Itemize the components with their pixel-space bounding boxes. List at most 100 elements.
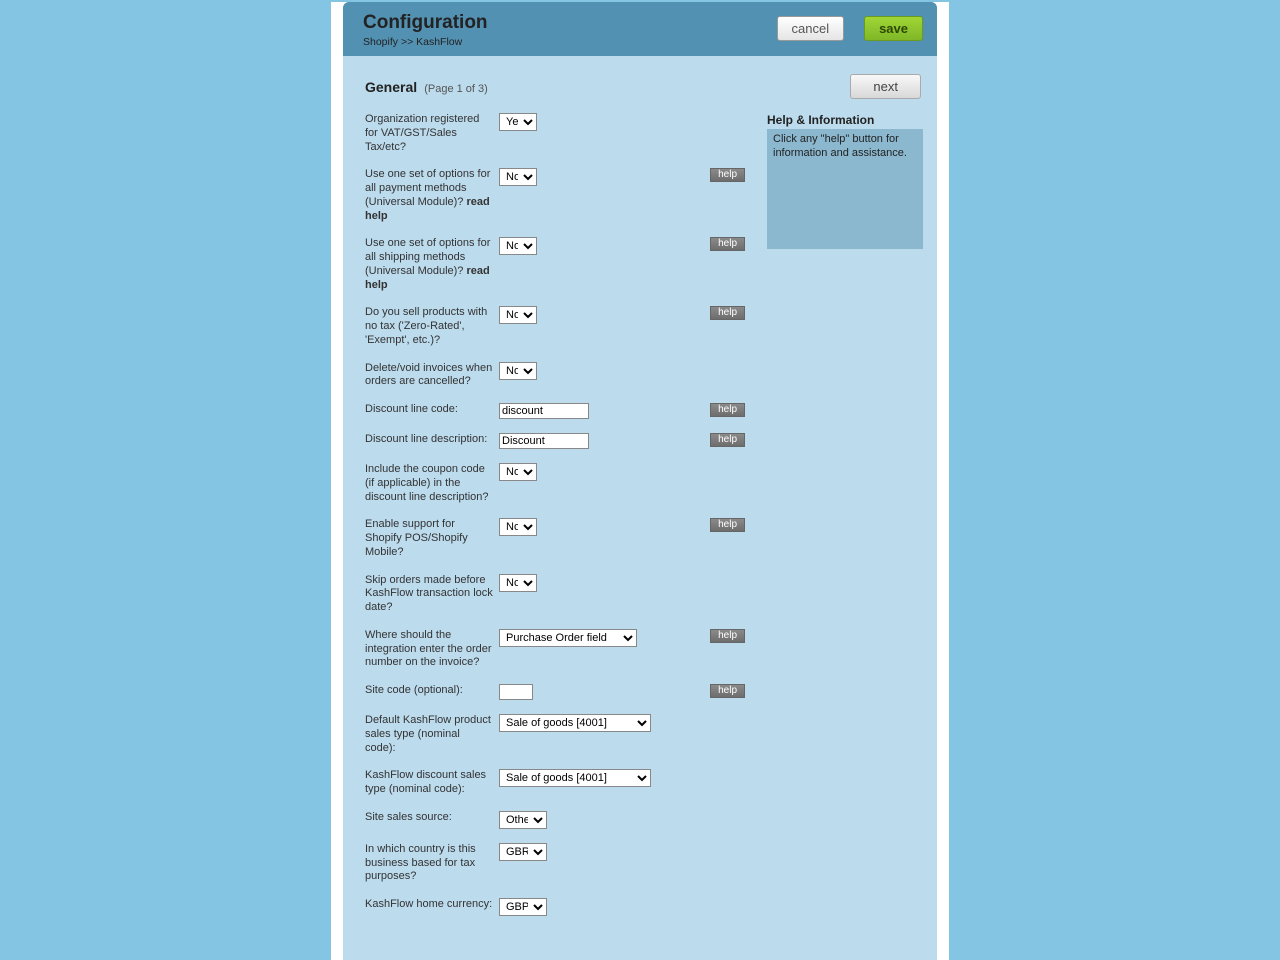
help-title: Help & Information: [767, 113, 923, 127]
select-sales-source[interactable]: Other: [499, 811, 547, 829]
label-payment-universal: Use one set of options for all payment m…: [365, 168, 499, 223]
row-pos-support: Enable support for Shopify POS/Shopify M…: [365, 518, 745, 559]
section-subtitle: (Page 1 of 3): [424, 83, 488, 95]
label-site-code: Site code (optional):: [365, 684, 499, 698]
section-header: General (Page 1 of 3) next: [365, 74, 923, 99]
select-order-number-loc[interactable]: Purchase Order field: [499, 629, 637, 647]
control-home-currency: GBP: [499, 898, 651, 916]
helpcell-pos-support: help: [651, 518, 745, 532]
section-title-wrap: General (Page 1 of 3): [365, 79, 488, 95]
select-include-coupon[interactable]: YesNo: [499, 463, 537, 481]
control-discount-code: [499, 403, 651, 419]
row-delete-void: Delete/void invoices when orders are can…: [365, 362, 745, 390]
select-home-currency[interactable]: GBP: [499, 898, 547, 916]
helpcell-payment-universal: help: [651, 168, 745, 182]
row-discount-desc: Discount line description: help: [365, 433, 745, 449]
section-title: General: [365, 79, 417, 95]
save-button[interactable]: save: [864, 16, 923, 41]
cancel-button[interactable]: cancel: [777, 16, 845, 41]
label-zero-tax: Do you sell products with no tax ('Zero-…: [365, 306, 499, 347]
help-button[interactable]: help: [710, 237, 745, 251]
label-include-coupon: Include the coupon code (if applicable) …: [365, 463, 499, 504]
next-button[interactable]: next: [850, 74, 921, 99]
label-discount-nominal: KashFlow discount sales type (nominal co…: [365, 769, 499, 797]
row-payment-universal: Use one set of options for all payment m…: [365, 168, 745, 223]
control-include-coupon: YesNo: [499, 463, 651, 481]
input-site-code[interactable]: [499, 684, 533, 700]
control-order-number-loc: Purchase Order field: [499, 629, 651, 647]
label-discount-desc: Discount line description:: [365, 433, 499, 447]
control-zero-tax: YesNo: [499, 306, 651, 324]
label-skip-lock: Skip orders made before KashFlow transac…: [365, 574, 499, 615]
label-sales-source: Site sales source:: [365, 811, 499, 825]
helpcell-site-code: help: [651, 684, 745, 698]
select-payment-universal[interactable]: YesNo: [499, 168, 537, 186]
row-discount-code: Discount line code: help: [365, 403, 745, 419]
label-delete-void: Delete/void invoices when orders are can…: [365, 362, 499, 390]
label-pos-support: Enable support for Shopify POS/Shopify M…: [365, 518, 499, 559]
control-discount-desc: [499, 433, 651, 449]
help-box: Click any "help" button for information …: [767, 129, 923, 249]
row-skip-lock: Skip orders made before KashFlow transac…: [365, 574, 745, 615]
columns: Organization registered for VAT/GST/Sale…: [365, 113, 923, 930]
form-column: Organization registered for VAT/GST/Sale…: [365, 113, 745, 930]
input-discount-desc[interactable]: [499, 433, 589, 449]
row-discount-nominal: KashFlow discount sales type (nominal co…: [365, 769, 745, 797]
control-shipping-universal: YesNo: [499, 237, 651, 255]
control-skip-lock: YesNo: [499, 574, 651, 592]
row-vat: Organization registered for VAT/GST/Sale…: [365, 113, 745, 154]
helpcell-shipping-universal: help: [651, 237, 745, 251]
help-button[interactable]: help: [710, 403, 745, 417]
row-shipping-universal: Use one set of options for all shipping …: [365, 237, 745, 292]
help-column: Help & Information Click any "help" butt…: [767, 113, 923, 930]
select-discount-nominal[interactable]: Sale of goods [4001]: [499, 769, 651, 787]
label-home-currency: KashFlow home currency:: [365, 898, 499, 912]
help-button[interactable]: help: [710, 433, 745, 447]
control-payment-universal: YesNo: [499, 168, 651, 186]
select-delete-void[interactable]: YesNo: [499, 362, 537, 380]
select-zero-tax[interactable]: YesNo: [499, 306, 537, 324]
help-button[interactable]: help: [710, 168, 745, 182]
control-pos-support: YesNo: [499, 518, 651, 536]
header: Configuration Shopify >> KashFlow cancel…: [343, 2, 937, 56]
help-button[interactable]: help: [710, 306, 745, 320]
help-button[interactable]: help: [710, 518, 745, 532]
header-buttons: cancel save: [777, 16, 924, 41]
select-default-nominal[interactable]: Sale of goods [4001]: [499, 714, 651, 732]
row-zero-tax: Do you sell products with no tax ('Zero-…: [365, 306, 745, 347]
control-vat: YesNo: [499, 113, 651, 131]
helpcell-discount-desc: help: [651, 433, 745, 447]
select-vat[interactable]: YesNo: [499, 113, 537, 131]
row-default-nominal: Default KashFlow product sales type (nom…: [365, 714, 745, 755]
page-title: Configuration: [363, 12, 488, 34]
row-home-currency: KashFlow home currency: GBP: [365, 898, 745, 916]
control-delete-void: YesNo: [499, 362, 651, 380]
input-discount-code[interactable]: [499, 403, 589, 419]
row-sales-source: Site sales source: Other: [365, 811, 745, 829]
label-discount-code: Discount line code:: [365, 403, 499, 417]
row-country: In which country is this business based …: [365, 843, 745, 884]
help-button[interactable]: help: [710, 684, 745, 698]
select-country[interactable]: GBR: [499, 843, 547, 861]
label-shipping-universal: Use one set of options for all shipping …: [365, 237, 499, 292]
app-container: Configuration Shopify >> KashFlow cancel…: [331, 2, 949, 960]
row-order-number-loc: Where should the integration enter the o…: [365, 629, 745, 670]
help-button[interactable]: help: [710, 629, 745, 643]
content: General (Page 1 of 3) next Organization …: [343, 56, 937, 930]
label-default-nominal: Default KashFlow product sales type (nom…: [365, 714, 499, 755]
config-card: Configuration Shopify >> KashFlow cancel…: [343, 2, 937, 960]
helpcell-order-number-loc: help: [651, 629, 745, 643]
select-pos-support[interactable]: YesNo: [499, 518, 537, 536]
control-default-nominal: Sale of goods [4001]: [499, 714, 651, 732]
control-site-code: [499, 684, 651, 700]
breadcrumb: Shopify >> KashFlow: [363, 36, 488, 48]
label-country: In which country is this business based …: [365, 843, 499, 884]
select-shipping-universal[interactable]: YesNo: [499, 237, 537, 255]
label-order-number-loc: Where should the integration enter the o…: [365, 629, 499, 670]
control-discount-nominal: Sale of goods [4001]: [499, 769, 651, 787]
control-sales-source: Other: [499, 811, 651, 829]
select-skip-lock[interactable]: YesNo: [499, 574, 537, 592]
helpcell-zero-tax: help: [651, 306, 745, 320]
row-site-code: Site code (optional): help: [365, 684, 745, 700]
control-country: GBR: [499, 843, 651, 861]
